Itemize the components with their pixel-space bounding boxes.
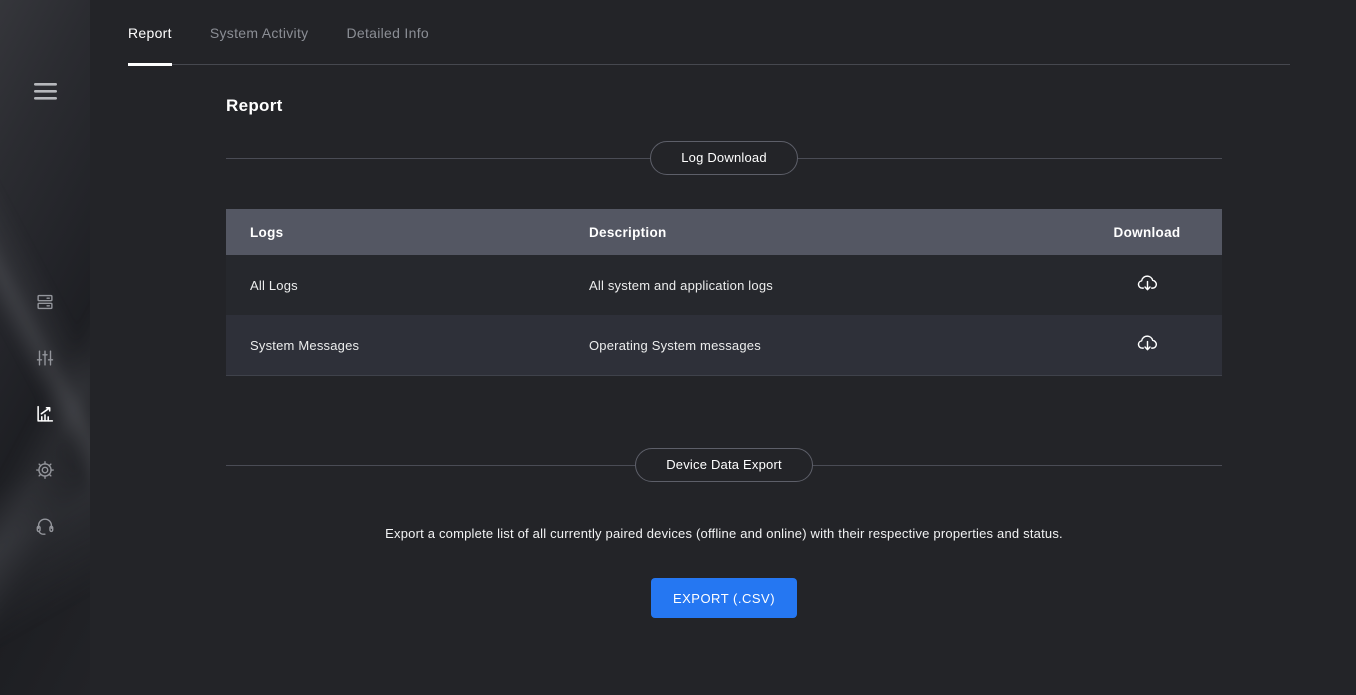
log-download-section-divider: Log Download — [226, 141, 1222, 175]
headset-icon — [34, 515, 56, 540]
log-description: All system and application logs — [566, 278, 1072, 293]
tab-bar: Report System Activity Detailed Info — [90, 0, 1356, 66]
cloud-download-icon — [1136, 272, 1159, 298]
device-data-export-section-divider: Device Data Export — [226, 448, 1222, 482]
export-button-row: EXPORT (.CSV) — [226, 578, 1222, 618]
device-data-export-section-label: Device Data Export — [635, 448, 813, 482]
tab-detailed-info[interactable]: Detailed Info — [346, 0, 429, 66]
tab-system-activity[interactable]: System Activity — [210, 0, 309, 66]
sidebar — [0, 0, 90, 695]
page-title: Report — [226, 96, 1222, 116]
bar-chart-icon — [34, 403, 56, 428]
sidebar-item-reports[interactable] — [0, 403, 90, 427]
cloud-download-icon — [1136, 332, 1159, 358]
tab-report[interactable]: Report — [128, 0, 172, 66]
logs-table-header: Logs Description Download — [226, 209, 1222, 255]
server-icon — [34, 291, 56, 316]
download-system-messages-button[interactable] — [1134, 330, 1161, 360]
sidebar-item-controls[interactable] — [0, 347, 90, 371]
download-all-logs-button[interactable] — [1134, 270, 1161, 300]
gear-icon — [34, 459, 56, 484]
export-csv-button[interactable]: EXPORT (.CSV) — [651, 578, 797, 618]
table-row-system-messages: System Messages Operating System message… — [226, 315, 1222, 375]
table-row-all-logs: All Logs All system and application logs — [226, 255, 1222, 315]
app-root: Report System Activity Detailed Info Rep… — [0, 0, 1356, 695]
column-header-logs: Logs — [226, 225, 566, 240]
log-download-section-label: Log Download — [650, 141, 798, 175]
log-name: All Logs — [226, 278, 566, 293]
sidebar-item-devices[interactable] — [0, 291, 90, 315]
main-content: Report System Activity Detailed Info Rep… — [90, 0, 1356, 695]
sliders-icon — [34, 347, 56, 372]
menu-toggle-button[interactable] — [0, 80, 90, 106]
sidebar-nav — [0, 291, 90, 539]
report-page: Report Log Download Logs Description Dow… — [226, 96, 1222, 618]
log-name: System Messages — [226, 338, 566, 353]
hamburger-icon — [34, 83, 57, 103]
sidebar-item-support[interactable] — [0, 515, 90, 539]
logs-table: Logs Description Download All Logs All s… — [226, 209, 1222, 376]
column-header-description: Description — [566, 225, 1072, 240]
export-description: Export a complete list of all currently … — [226, 526, 1222, 541]
column-header-download: Download — [1072, 225, 1222, 240]
log-description: Operating System messages — [566, 338, 1072, 353]
sidebar-item-settings[interactable] — [0, 459, 90, 483]
